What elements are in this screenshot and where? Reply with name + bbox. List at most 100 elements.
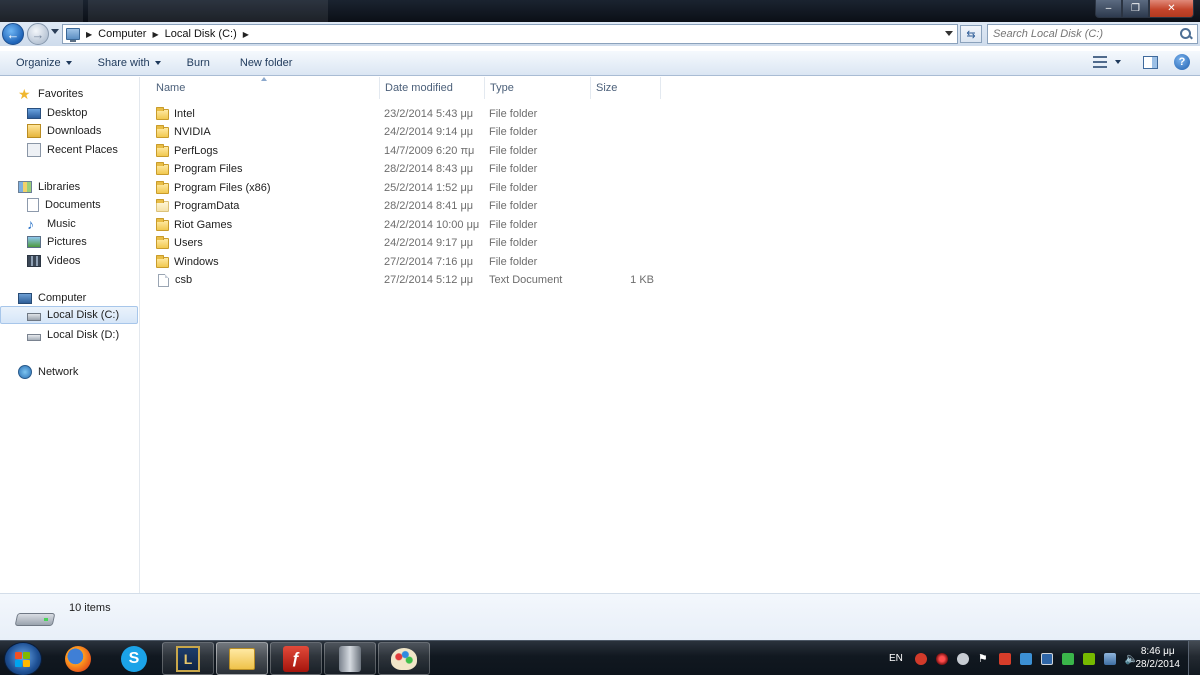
column-header-name[interactable]: Name (141, 77, 380, 99)
column-header-date-modified[interactable]: Date modified (380, 77, 485, 99)
forward-button[interactable]: → (27, 23, 49, 45)
antivirus-icon[interactable] (914, 652, 927, 665)
column-header-size[interactable]: Size (591, 77, 661, 99)
nav-network[interactable]: Network (0, 363, 138, 381)
address-history-dropdown[interactable] (945, 31, 953, 36)
computer-icon (18, 292, 32, 304)
tray-app-icon[interactable] (1019, 652, 1032, 665)
nav-pictures[interactable]: Pictures (0, 233, 138, 251)
tray-app-icon[interactable] (935, 652, 948, 665)
file-row[interactable]: PerfLogs 14/7/2009 6:20 πμ File folder (141, 142, 661, 160)
taskbar-skype[interactable]: S (108, 642, 160, 675)
start-button[interactable] (4, 642, 42, 675)
folder-icon (156, 217, 169, 231)
nav-pictures-label: Pictures (47, 236, 87, 248)
nav-documents-label: Documents (45, 199, 101, 211)
close-button[interactable]: ✕ (1149, 0, 1194, 18)
libraries-icon (18, 181, 32, 193)
language-indicator[interactable]: EN (889, 653, 903, 664)
file-type: File folder (489, 237, 538, 249)
nav-local-disk-d[interactable]: Local Disk (D:) (0, 326, 138, 344)
file-date: 24/2/2014 9:17 μμ (384, 237, 474, 249)
file-date: 23/2/2014 5:43 μμ (384, 108, 474, 120)
file-type: File folder (489, 182, 538, 194)
nav-favorites[interactable]: ★ Favorites (0, 85, 138, 103)
taskbar-league-of-legends[interactable]: L (162, 642, 214, 675)
new-folder-button[interactable]: New folder (232, 52, 301, 74)
file-row[interactable]: Intel 23/2/2014 5:43 μμ File folder (141, 105, 661, 123)
maximize-button[interactable]: ❐ (1122, 0, 1149, 18)
nav-desktop[interactable]: Desktop (0, 104, 138, 122)
tray-app-icon[interactable] (1061, 652, 1074, 665)
network-icon[interactable] (1103, 652, 1116, 665)
tray-app-icon[interactable] (956, 652, 969, 665)
paint-icon (391, 647, 417, 670)
file-name: ProgramData (174, 200, 240, 212)
chevron-down-icon[interactable] (1115, 60, 1121, 64)
nav-computer-label: Computer (38, 292, 87, 304)
search-input[interactable] (988, 26, 1178, 42)
breadcrumb-computer[interactable]: Computer (98, 28, 146, 40)
address-bar[interactable]: ▶ Computer ▶ Local Disk (C:) ▶ (62, 24, 958, 44)
nav-documents[interactable]: Documents (0, 196, 138, 214)
taskbar-paint[interactable] (378, 642, 430, 675)
file-row[interactable]: NVIDIA 24/2/2014 9:14 μμ File folder (141, 123, 661, 141)
nav-videos[interactable]: Videos (0, 252, 138, 270)
show-desktop-button[interactable] (1188, 641, 1200, 675)
column-header-type[interactable]: Type (485, 77, 591, 99)
file-size: 1 KB (630, 274, 654, 286)
media-player-icon (339, 645, 361, 672)
file-row[interactable]: csb 27/2/2014 5:12 μμ Text Document 1 KB (141, 271, 661, 289)
file-row[interactable]: Program Files (x86) 25/2/2014 1:52 μμ Fi… (141, 179, 661, 197)
tray-app-icon[interactable] (1040, 652, 1053, 665)
refresh-button[interactable]: ⇆ (960, 25, 982, 43)
file-type: File folder (489, 256, 538, 268)
windows-explorer-icon (229, 647, 255, 670)
command-bar: Organize Share with Burn New folder ? (0, 50, 1200, 76)
nvidia-icon[interactable] (1082, 652, 1095, 665)
file-row[interactable]: ProgramData 28/2/2014 8:41 μμ File folde… (141, 197, 661, 215)
nav-recent-places[interactable]: Recent Places (0, 141, 138, 159)
file-row[interactable]: Program Files 28/2/2014 8:43 μμ File fol… (141, 160, 661, 178)
minimize-button[interactable]: – (1095, 0, 1122, 18)
action-center-flag-icon[interactable]: ⚑ (978, 653, 990, 665)
burn-button[interactable]: Burn (179, 52, 218, 74)
breadcrumb-separator-icon[interactable]: ▶ (86, 30, 92, 39)
file-row[interactable]: Windows 27/2/2014 7:16 μμ File folder (141, 253, 661, 271)
file-row[interactable]: Riot Games 24/2/2014 10:00 μμ File folde… (141, 216, 661, 234)
system-tray: EN ⚑ 🔈 (880, 641, 1146, 675)
background-tab (0, 0, 83, 22)
nav-computer[interactable]: Computer (0, 289, 138, 307)
tray-app-icon[interactable] (998, 652, 1011, 665)
taskbar-media-player[interactable] (324, 642, 376, 675)
window-controls: – ❐ ✕ (1095, 0, 1194, 18)
breadcrumb-local-disk-c[interactable]: Local Disk (C:) (165, 28, 237, 40)
nav-local-disk-c[interactable]: Local Disk (C:) (0, 306, 138, 324)
share-with-button[interactable]: Share with (90, 52, 169, 74)
file-row[interactable]: Users 24/2/2014 9:17 μμ File folder (141, 234, 661, 252)
back-button[interactable]: ← (2, 23, 24, 45)
organize-button[interactable]: Organize (8, 52, 80, 74)
documents-icon (27, 198, 39, 212)
nav-downloads[interactable]: Downloads (0, 122, 138, 140)
clock[interactable]: 8:46 μμ 28/2/2014 (1136, 645, 1181, 671)
help-icon[interactable]: ? (1174, 54, 1190, 70)
search-icon[interactable] (1178, 26, 1194, 42)
taskbar-windows-explorer[interactable] (216, 642, 268, 675)
folder-icon (156, 235, 169, 249)
preview-pane-icon[interactable] (1143, 55, 1158, 69)
nav-music[interactable]: ♪ Music (0, 215, 138, 233)
file-name: Riot Games (174, 219, 233, 231)
taskbar-flash[interactable]: ƒ (270, 642, 322, 675)
change-view-icon[interactable] (1093, 56, 1107, 68)
recent-pages-dropdown[interactable] (51, 29, 59, 34)
breadcrumb-separator-icon[interactable]: ▶ (152, 30, 158, 39)
background-tab (88, 0, 328, 22)
file-name: Intel (174, 108, 195, 120)
breadcrumb-separator-icon[interactable]: ▶ (243, 30, 249, 39)
system-drive-icon (27, 313, 41, 321)
nav-libraries[interactable]: Libraries (0, 178, 138, 196)
search-box[interactable] (987, 24, 1198, 44)
drive-icon (14, 609, 56, 627)
taskbar-firefox[interactable] (52, 642, 104, 675)
